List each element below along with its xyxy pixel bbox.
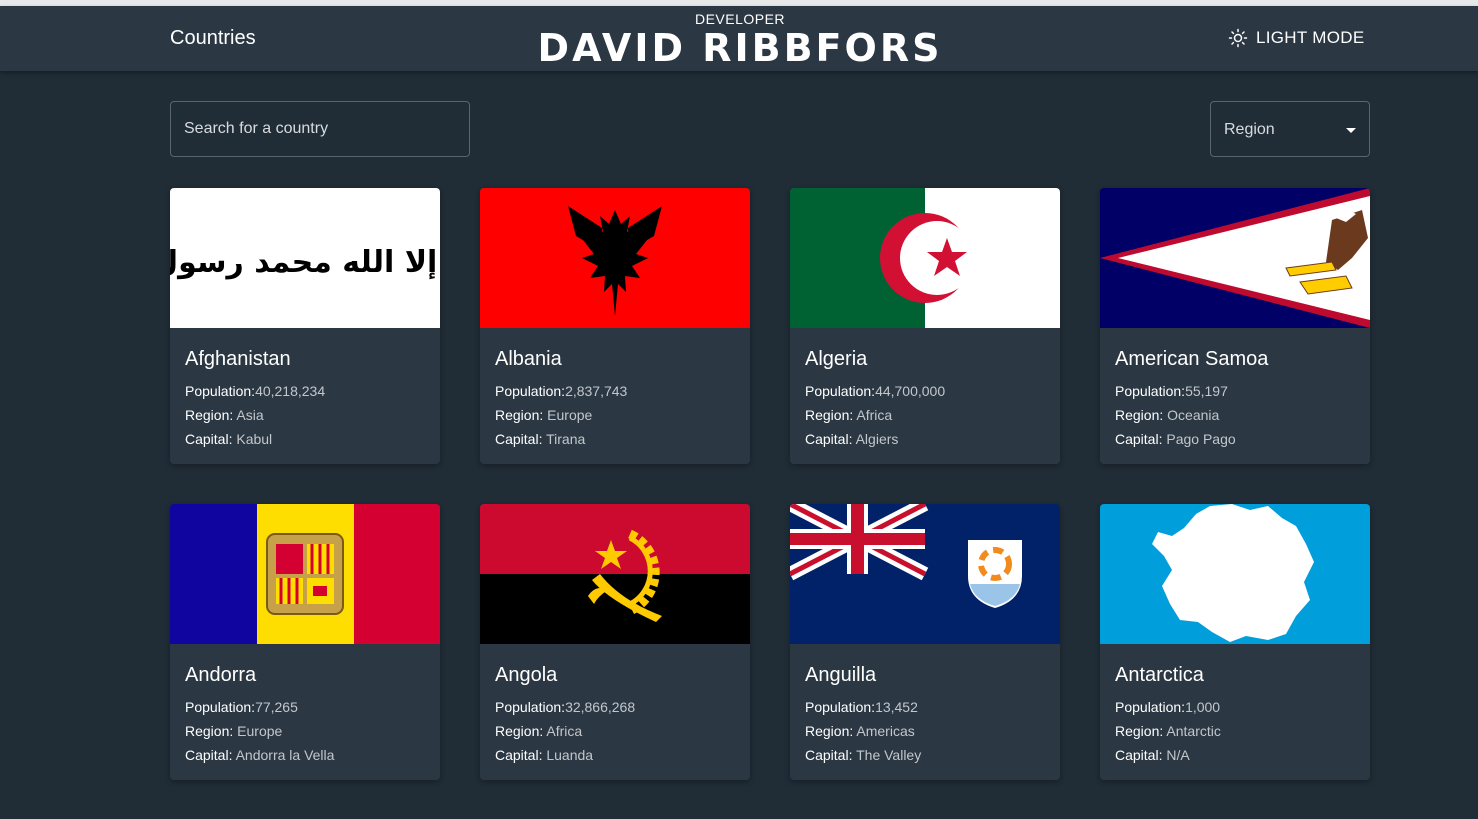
capital-value: Tirana: [546, 431, 586, 447]
region-value: Oceania: [1167, 407, 1220, 423]
capital-label: Capital:: [185, 431, 233, 447]
region-label: Region:: [185, 723, 234, 739]
capital-value: Luanda: [546, 747, 594, 763]
country-name: American Samoa: [1115, 348, 1269, 370]
country-card-american-samoa[interactable]: American Samoa Population:55,197 Region:…: [1100, 188, 1370, 464]
app-header: Countries DEVELOPER DAVID RIBBFORS LIGHT…: [0, 6, 1478, 71]
population-value: 13,452: [875, 699, 918, 715]
home-link[interactable]: Countries: [170, 27, 256, 50]
developer-label: DEVELOPER: [694, 11, 786, 27]
population-label: Population:: [1115, 699, 1186, 715]
developer-name: DAVID RIBBFORS: [537, 26, 943, 70]
capital-label: Capital:: [805, 431, 853, 447]
region-label: Region:: [185, 407, 234, 423]
search-input[interactable]: [171, 102, 469, 156]
country-name: Anguilla: [805, 664, 877, 686]
population-label: Population:: [495, 383, 566, 399]
region-value: Antarctic: [1166, 723, 1221, 739]
capital-value: The Valley: [856, 747, 922, 763]
region-label: Region:: [1115, 407, 1164, 423]
population-label: Population:: [805, 699, 876, 715]
flag-algeria: [790, 188, 1060, 328]
flag-albania: [480, 188, 750, 328]
population-value: 1,000: [1185, 699, 1221, 715]
theme-toggle-label: LIGHT MODE: [1256, 28, 1365, 47]
region-select[interactable]: Region: [1210, 101, 1370, 157]
capital-label: Capital:: [495, 431, 543, 447]
capital-value: Algiers: [855, 431, 899, 447]
region-label: Region:: [495, 723, 544, 739]
population-label: Population:: [805, 383, 876, 399]
capital-label: Capital:: [1115, 747, 1163, 763]
country-card-algeria[interactable]: Algeria Population:44,700,000 Region: Af…: [790, 188, 1060, 464]
region-label: Region:: [495, 407, 544, 423]
capital-value: Kabul: [236, 431, 273, 447]
population-value: 40,218,234: [255, 383, 326, 399]
country-card-andorra[interactable]: Andorra Population:77,265 Region: Europe…: [170, 504, 440, 780]
sun-icon: [1228, 28, 1248, 48]
region-label: Region:: [805, 407, 854, 423]
population-label: Population:: [1115, 383, 1186, 399]
region-label: Region:: [805, 723, 854, 739]
capital-label: Capital:: [185, 747, 233, 763]
flag-andorra: [170, 504, 440, 644]
country-name: Andorra: [185, 664, 257, 686]
country-name: Antarctica: [1115, 664, 1204, 686]
country-card-angola[interactable]: Angola Population:32,866,268 Region: Afr…: [480, 504, 750, 780]
region-value: Africa: [546, 723, 583, 739]
search-box: [170, 101, 470, 157]
capital-value: Pago Pago: [1166, 431, 1236, 447]
region-value: Africa: [856, 407, 893, 423]
country-card-albania[interactable]: Albania Population:2,837,743 Region: Eur…: [480, 188, 750, 464]
caret-down-icon: [1346, 128, 1356, 133]
population-value: 44,700,000: [875, 383, 946, 399]
population-value: 55,197: [1185, 383, 1228, 399]
flag-angola: [480, 504, 750, 644]
population-label: Population:: [185, 383, 256, 399]
population-value: 77,265: [255, 699, 298, 715]
region-value: Europe: [237, 723, 283, 739]
flag-anguilla: [790, 504, 1060, 644]
population-label: Population:: [185, 699, 256, 715]
country-name: Afghanistan: [185, 348, 291, 370]
country-card-afghanistan[interactable]: لا إله إلا الله محمد رسول الله Afghanist…: [170, 188, 440, 464]
country-name: Angola: [495, 664, 558, 686]
population-value: 2,837,743: [565, 383, 628, 399]
capital-value: N/A: [1166, 747, 1190, 763]
flag-afghanistan: لا إله إلا الله محمد رسول الله: [170, 188, 440, 328]
population-value: 32,866,268: [565, 699, 636, 715]
region-value: Asia: [236, 407, 264, 423]
country-card-anguilla[interactable]: Anguilla Population:13,452 Region: Ameri…: [790, 504, 1060, 780]
country-card-antarctica[interactable]: Antarctica Population:1,000 Region: Anta…: [1100, 504, 1370, 780]
region-value: Europe: [547, 407, 593, 423]
region-label: Region:: [1115, 723, 1164, 739]
capital-value: Andorra la Vella: [235, 747, 335, 763]
population-label: Population:: [495, 699, 566, 715]
capital-label: Capital:: [1115, 431, 1163, 447]
country-name: Algeria: [805, 348, 868, 370]
svg-text:لا إله إلا الله محمد رسول الله: لا إله إلا الله محمد رسول الله: [170, 245, 440, 280]
flag-antarctica: [1100, 504, 1370, 644]
country-name: Albania: [495, 348, 562, 370]
region-select-label: Region: [1224, 121, 1275, 138]
flag-american-samoa: [1100, 188, 1370, 328]
region-value: Americas: [856, 723, 915, 739]
theme-toggle-button[interactable]: LIGHT MODE: [1228, 28, 1364, 48]
capital-label: Capital:: [805, 747, 853, 763]
capital-label: Capital:: [495, 747, 543, 763]
